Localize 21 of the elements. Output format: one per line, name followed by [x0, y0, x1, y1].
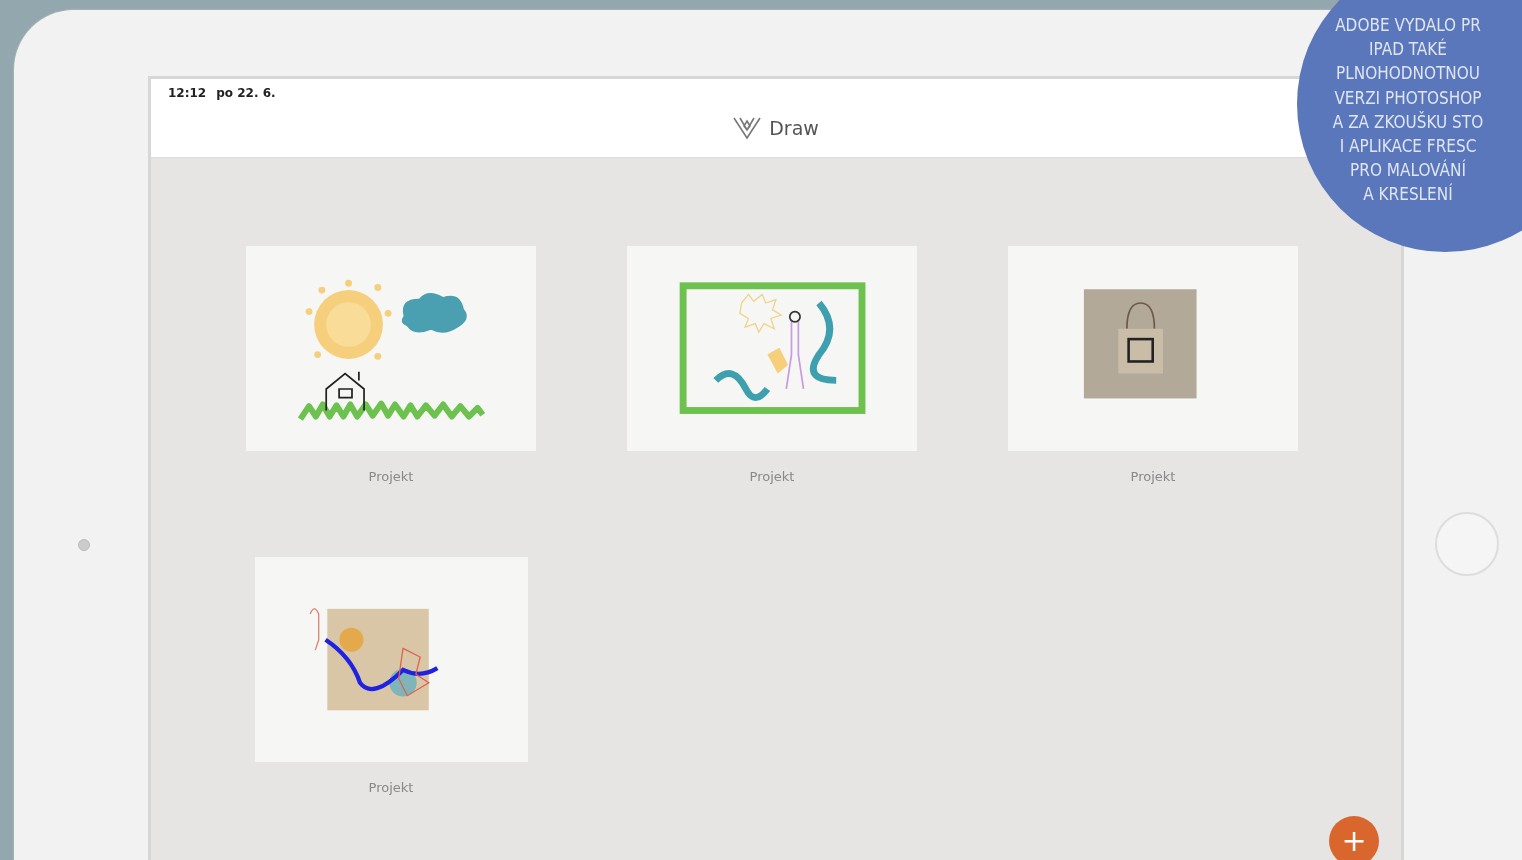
status-date: po 22. 6.	[216, 86, 276, 100]
caption-line: A KRESLENÍ	[1363, 182, 1453, 207]
project-name: Projekt	[368, 780, 414, 795]
project-name: Projekt	[368, 469, 414, 484]
caption-line: IPAD TAKÉ	[1369, 37, 1447, 62]
caption-line: I APLIKACE FRESC	[1339, 135, 1477, 158]
project-name: Projekt	[1130, 469, 1176, 484]
add-button[interactable]: +	[1329, 816, 1379, 860]
caption-line: ADOBE VYDALO PR	[1335, 14, 1481, 37]
project-card[interactable]	[254, 557, 528, 762]
status-time: 12:12	[168, 86, 207, 100]
caption-line: A ZA ZKOUŠKU STO	[1332, 110, 1484, 134]
project-card[interactable]	[627, 246, 917, 451]
caption-line: VERZI PHOTOSHOP	[1334, 86, 1482, 110]
caption-line: PRO MALOVÁNÍ	[1350, 158, 1466, 183]
project-card[interactable]	[1008, 246, 1298, 451]
camera-icon	[78, 539, 90, 551]
project-name: Projekt	[749, 469, 795, 484]
app-title: Draw	[769, 117, 819, 139]
caption-line: PLNOHODNOTNOU	[1336, 62, 1480, 86]
project-card[interactable]	[246, 246, 536, 451]
